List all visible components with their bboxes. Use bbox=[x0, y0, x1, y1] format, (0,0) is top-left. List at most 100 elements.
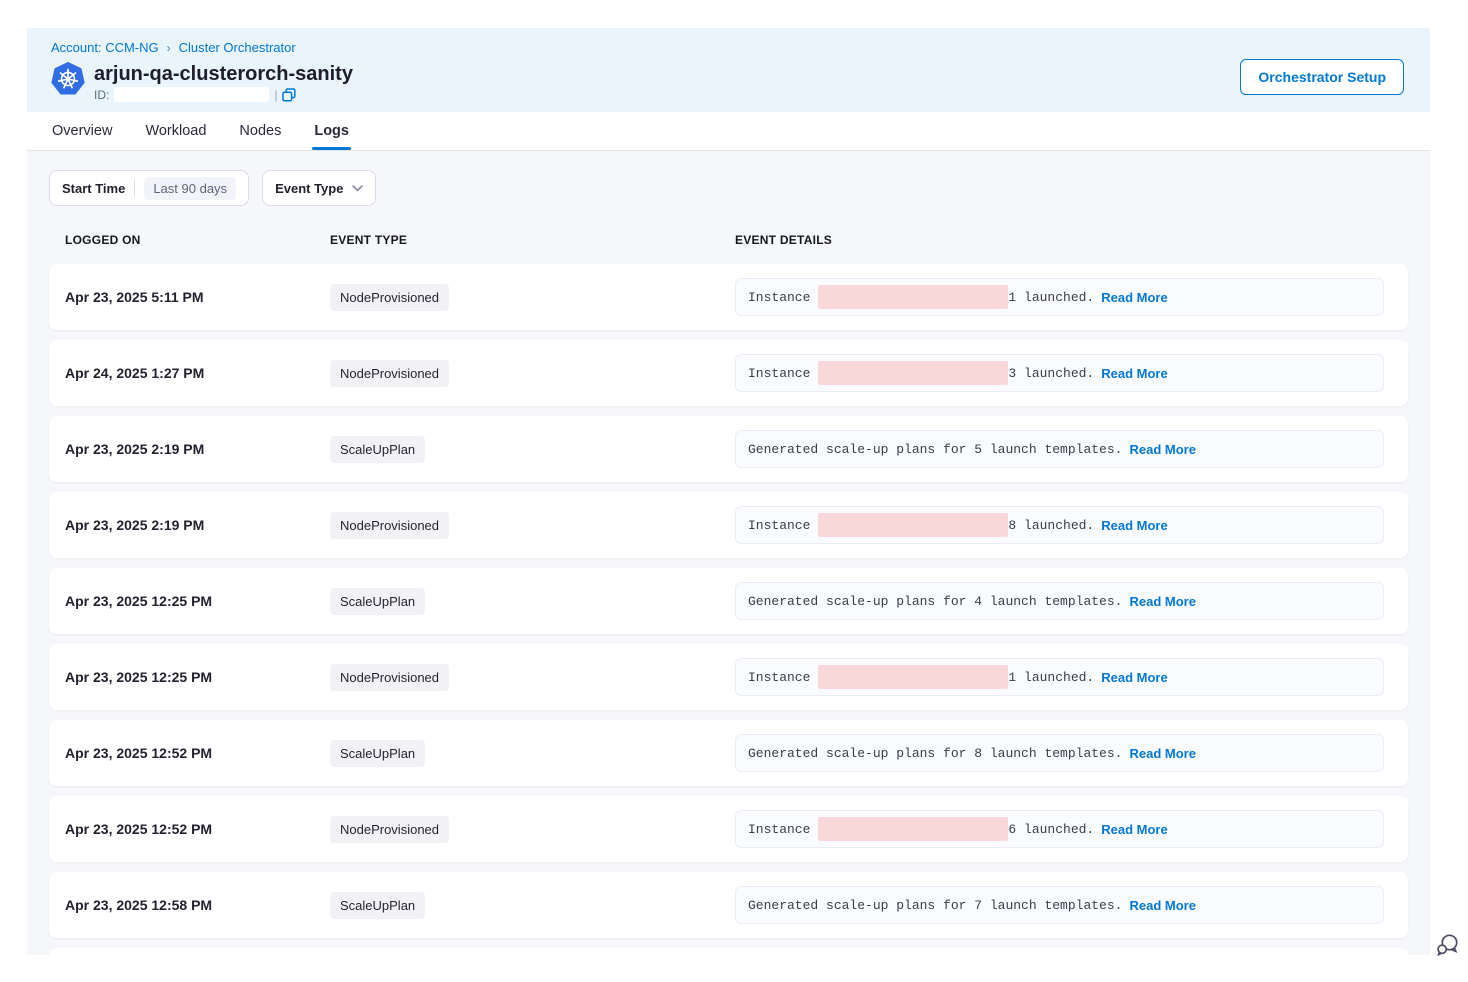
detail-post: 3 launched. bbox=[1008, 366, 1094, 381]
read-more-link[interactable]: Read More bbox=[1101, 290, 1167, 305]
column-header-event-details: EVENT DETAILS bbox=[735, 233, 1392, 247]
copy-icon[interactable] bbox=[282, 88, 296, 102]
table-row: Apr 23, 2025 12:25 PM ScaleUpPlan Genera… bbox=[49, 568, 1408, 634]
event-details-box: Instance 1 launched. Read More bbox=[735, 278, 1384, 316]
breadcrumb-account-link[interactable]: Account: CCM-NG bbox=[51, 40, 159, 55]
logs-panel: Start Time Last 90 days Event Type LOGGE… bbox=[27, 151, 1430, 955]
tab-workload[interactable]: Workload bbox=[145, 112, 206, 150]
breadcrumb-section-link[interactable]: Cluster Orchestrator bbox=[179, 40, 296, 55]
cluster-id-row: ID: | bbox=[94, 87, 353, 102]
start-time-filter[interactable]: Start Time Last 90 days bbox=[49, 170, 249, 206]
tab-logs[interactable]: Logs bbox=[314, 112, 349, 150]
breadcrumb-separator: › bbox=[167, 41, 171, 55]
detail-pre: Instance bbox=[748, 670, 810, 685]
breadcrumb: Account: CCM-NG › Cluster Orchestrator bbox=[51, 40, 1404, 55]
read-more-link[interactable]: Read More bbox=[1129, 746, 1195, 761]
read-more-link[interactable]: Read More bbox=[1129, 594, 1195, 609]
tab-nodes[interactable]: Nodes bbox=[239, 112, 281, 150]
detail-pre: Instance bbox=[748, 822, 810, 837]
row-logged-on: Apr 23, 2025 2:19 PM bbox=[65, 517, 330, 533]
row-logged-on: Apr 23, 2025 12:25 PM bbox=[65, 669, 330, 685]
event-type-badge: NodeProvisioned bbox=[330, 816, 449, 843]
row-logged-on: Apr 23, 2025 2:19 PM bbox=[65, 441, 330, 457]
start-time-value: Last 90 days bbox=[144, 177, 236, 200]
table-row: Apr 24, 2025 1:27 PM NodeProvisioned Ins… bbox=[49, 340, 1408, 406]
read-more-link[interactable]: Read More bbox=[1101, 822, 1167, 837]
detail-post: 8 launched. bbox=[1008, 518, 1094, 533]
detail-post: 6 launched. bbox=[1008, 822, 1094, 837]
read-more-link[interactable]: Read More bbox=[1101, 366, 1167, 381]
event-type-filter[interactable]: Event Type bbox=[262, 170, 376, 206]
detail-pre: Generated scale-up plans for 5 launch te… bbox=[748, 442, 1122, 457]
event-type-badge: ScaleUpPlan bbox=[330, 588, 425, 615]
table-row: Apr 23, 2025 12:52 PM NodeProvisioned In… bbox=[49, 796, 1408, 862]
table-row: Apr 23, 2025 12:25 PM NodeProvisioned In… bbox=[49, 644, 1408, 710]
tab-bar: Overview Workload Nodes Logs bbox=[27, 112, 1430, 151]
event-type-label: Event Type bbox=[275, 181, 343, 196]
table-row: Apr 23, 2025 2:19 PM NodeProvisioned Ins… bbox=[49, 492, 1408, 558]
event-details-box: Instance 3 launched. Read More bbox=[735, 354, 1384, 392]
table-row: Apr 23, 2025 12:58 PM ScaleUpPlan Genera… bbox=[49, 872, 1408, 938]
filter-bar: Start Time Last 90 days Event Type bbox=[49, 170, 1430, 206]
event-details-box: Instance 8 launched. Read More bbox=[735, 506, 1384, 544]
table-header-row: LOGGED ON EVENT TYPE EVENT DETAILS bbox=[49, 233, 1408, 247]
event-type-badge: ScaleUpPlan bbox=[330, 892, 425, 919]
row-logged-on: Apr 24, 2025 1:27 PM bbox=[65, 365, 330, 381]
table-row: Apr 23, 2025 5:11 PM NodeProvisioned Ins… bbox=[49, 264, 1408, 330]
cluster-orchestrator-page: Account: CCM-NG › Cluster Orchestrator bbox=[27, 28, 1430, 955]
detail-pre: Instance bbox=[748, 366, 810, 381]
event-details-box: Generated scale-up plans for 4 launch te… bbox=[735, 582, 1384, 620]
redacted-instance-id bbox=[818, 817, 1008, 841]
row-logged-on: Apr 23, 2025 12:25 PM bbox=[65, 593, 330, 609]
table-row: Apr 23, 2025 2:19 PM ScaleUpPlan Generat… bbox=[49, 416, 1408, 482]
detail-post: 1 launched. bbox=[1008, 290, 1094, 305]
read-more-link[interactable]: Read More bbox=[1101, 518, 1167, 533]
event-details-box: Generated scale-up plans for 7 launch te… bbox=[735, 886, 1384, 924]
id-separator: | bbox=[274, 88, 277, 102]
event-details-box: Instance 1 launched. Read More bbox=[735, 658, 1384, 696]
event-rows: Apr 23, 2025 5:11 PM NodeProvisioned Ins… bbox=[27, 264, 1430, 938]
row-logged-on: Apr 23, 2025 12:52 PM bbox=[65, 821, 330, 837]
kubernetes-icon bbox=[51, 62, 85, 96]
event-details-box: Generated scale-up plans for 5 launch te… bbox=[735, 430, 1384, 468]
detail-pre: Generated scale-up plans for 4 launch te… bbox=[748, 594, 1122, 609]
tab-overview[interactable]: Overview bbox=[52, 112, 112, 150]
id-redacted-value bbox=[114, 87, 269, 102]
row-logged-on: Apr 23, 2025 12:58 PM bbox=[65, 897, 330, 913]
event-type-badge: NodeProvisioned bbox=[330, 284, 449, 311]
detail-pre: Generated scale-up plans for 8 launch te… bbox=[748, 746, 1122, 761]
chevron-down-icon bbox=[352, 185, 363, 192]
read-more-link[interactable]: Read More bbox=[1129, 898, 1195, 913]
event-type-badge: NodeProvisioned bbox=[330, 360, 449, 387]
table-row-partial bbox=[49, 948, 1408, 955]
redacted-instance-id bbox=[818, 285, 1008, 309]
event-details-box: Instance 6 launched. Read More bbox=[735, 810, 1384, 848]
filter-divider bbox=[134, 180, 135, 196]
read-more-link[interactable]: Read More bbox=[1101, 670, 1167, 685]
event-type-badge: ScaleUpPlan bbox=[330, 740, 425, 767]
row-logged-on: Apr 23, 2025 12:52 PM bbox=[65, 745, 330, 761]
id-label: ID: bbox=[94, 88, 109, 102]
read-more-link[interactable]: Read More bbox=[1129, 442, 1195, 457]
detail-post: 1 launched. bbox=[1008, 670, 1094, 685]
table-row: Apr 23, 2025 12:52 PM ScaleUpPlan Genera… bbox=[49, 720, 1408, 786]
start-time-label: Start Time bbox=[62, 181, 125, 196]
column-header-event-type: EVENT TYPE bbox=[330, 233, 735, 247]
event-type-badge: NodeProvisioned bbox=[330, 512, 449, 539]
detail-pre: Instance bbox=[748, 290, 810, 305]
chat-bubble-icon[interactable] bbox=[1434, 931, 1462, 959]
orchestrator-setup-button[interactable]: Orchestrator Setup bbox=[1240, 59, 1404, 95]
page-header: Account: CCM-NG › Cluster Orchestrator bbox=[27, 28, 1430, 112]
event-details-box: Generated scale-up plans for 8 launch te… bbox=[735, 734, 1384, 772]
detail-pre: Instance bbox=[748, 518, 810, 533]
title-row: arjun-qa-clusterorch-sanity ID: | bbox=[51, 62, 1404, 102]
row-logged-on: Apr 23, 2025 5:11 PM bbox=[65, 289, 330, 305]
event-type-badge: ScaleUpPlan bbox=[330, 436, 425, 463]
redacted-instance-id bbox=[818, 513, 1008, 537]
page-title: arjun-qa-clusterorch-sanity bbox=[94, 62, 353, 86]
redacted-instance-id bbox=[818, 361, 1008, 385]
redacted-instance-id bbox=[818, 665, 1008, 689]
event-type-badge: NodeProvisioned bbox=[330, 664, 449, 691]
column-header-logged-on: LOGGED ON bbox=[65, 233, 330, 247]
detail-pre: Generated scale-up plans for 7 launch te… bbox=[748, 898, 1122, 913]
